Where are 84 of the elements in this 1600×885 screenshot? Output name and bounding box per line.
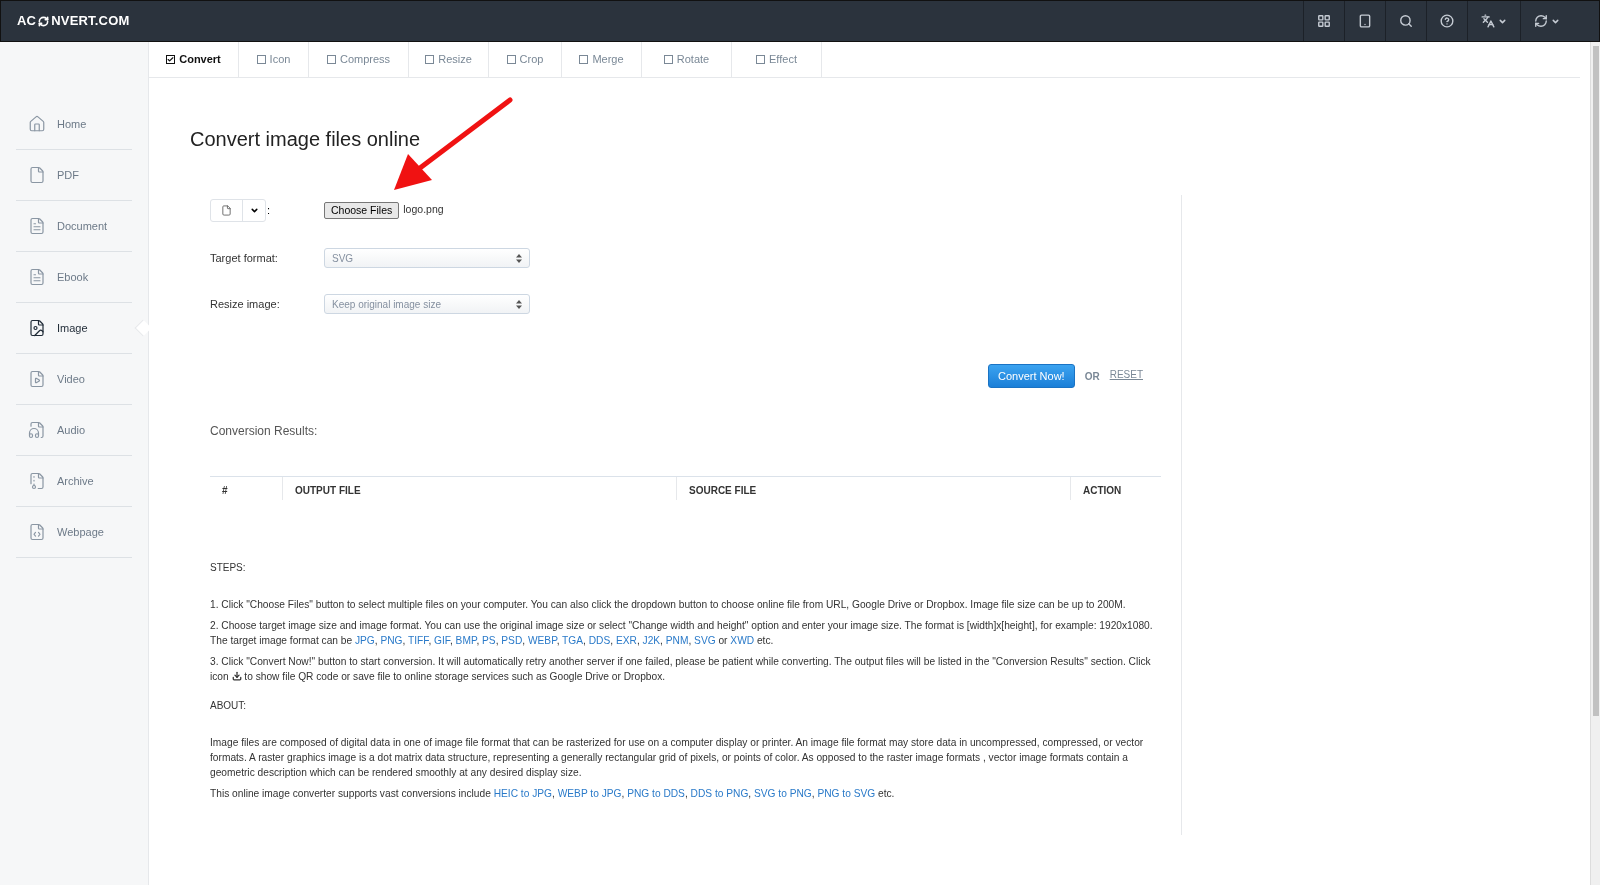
tab-checkbox <box>166 55 176 64</box>
format-link[interactable]: TIFF <box>408 635 429 646</box>
column-header: SOURCE FILE <box>688 484 757 498</box>
format-link[interactable]: EXR <box>615 635 637 646</box>
steps-heading: STEPS: <box>210 561 247 575</box>
paragraph: 3. Click "Convert Now!" button to start conversion. It will automatically retry another server if one failed, please be patient while converting. The output files will be listed in the "Conversion Results" section. Click icon to show file QR code or save file to online storage services such as Google Drive or Dropbox. <box>210 655 1152 684</box>
tab[interactable]: Merge <box>562 42 642 77</box>
grid-icon <box>1317 14 1331 28</box>
tab[interactable]: Icon <box>239 42 309 77</box>
sort-arrows-icon <box>516 253 522 263</box>
convert-now-button[interactable]: Convert Now! <box>988 364 1075 388</box>
format-link[interactable]: BMP <box>455 635 477 646</box>
sidebar-item[interactable]: Document <box>16 201 132 252</box>
tab[interactable]: Effect <box>732 42 822 77</box>
format-link[interactable]: PNG <box>380 635 403 646</box>
archive-file-icon <box>28 472 46 490</box>
pdf-file-icon <box>28 166 46 184</box>
reset-link[interactable]: RESET <box>1109 367 1143 382</box>
results-heading: Conversion Results: <box>210 423 319 440</box>
download-icon <box>231 671 242 681</box>
column-header: OUTPUT FILE <box>294 484 361 498</box>
field-label: Resize image: <box>210 296 281 312</box>
paragraph: 2. Choose target image size and image format. You can use the original image size or select "Change width and height" option and enter your image size. The format is [width]x[height], for example: 1920x1080. The target image format can be JPG, PNG, TIFF, GIF, BMP, PS, PSD, WEBP, TGA, DDS, EXR, J2K, PNM, SVG or XWD etc. <box>210 619 1154 648</box>
choose-files-button[interactable]: Choose Files <box>324 201 400 219</box>
video-file-icon <box>28 370 46 388</box>
refresh-logo-icon <box>38 15 50 27</box>
select-field[interactable]: SVG <box>324 248 530 268</box>
sidebar-item[interactable]: PDF <box>16 150 132 201</box>
format-link[interactable]: PS <box>482 635 496 646</box>
document-file-icon <box>28 217 46 235</box>
tab[interactable]: Compress <box>309 42 409 77</box>
paragraph: This online image converter supports vast conversions include HEIC to JPG, WEBP to JPG, PNG to DDS, DDS to PNG, SVG to PNG, PNG to SVG etc. <box>210 787 896 801</box>
site-logo[interactable]: AC NVERT.COM <box>17 11 130 31</box>
or-text: OR <box>1084 369 1100 384</box>
tab[interactable]: Resize <box>409 42 489 77</box>
format-link[interactable]: PNG to SVG <box>817 788 876 799</box>
tab-checkbox <box>756 55 766 64</box>
file-icon <box>221 204 232 216</box>
tab-checkbox <box>326 55 336 64</box>
tab[interactable]: Rotate <box>642 42 732 77</box>
image-file-icon <box>28 319 46 337</box>
paragraph: 1. Click "Choose Files" button to select multiple files on your computer. You can also click the dropdown button to choose online file from URL, Google Drive or Dropbox. Image file size can be up to 200M. <box>210 598 1127 612</box>
audio-file-icon <box>28 421 46 439</box>
sidebar-item[interactable]: Ebook <box>16 252 132 303</box>
field-label: Target format: <box>210 250 279 266</box>
file-source-dropdown[interactable] <box>210 198 266 222</box>
page-title: Convert image files online <box>190 127 422 152</box>
tab-checkbox <box>256 55 266 64</box>
about-heading: ABOUT: <box>210 699 248 713</box>
sidebar-item[interactable]: Archive <box>16 456 132 507</box>
language-icon <box>1481 14 1495 28</box>
tab-checkbox <box>663 55 673 64</box>
tab-checkbox <box>506 55 516 64</box>
home-icon <box>28 115 46 133</box>
format-link[interactable]: XWD <box>730 635 755 646</box>
format-link[interactable]: SVG to PNG <box>754 788 812 799</box>
format-link[interactable]: GIF <box>434 635 450 646</box>
select-field[interactable]: Keep original image size <box>324 294 530 314</box>
colon-text: : <box>267 202 271 218</box>
sort-arrows-icon <box>516 299 522 309</box>
format-link[interactable]: JPG <box>354 635 375 646</box>
sidebar-item[interactable]: Image <box>16 303 132 354</box>
format-link[interactable]: WEBP <box>527 635 557 646</box>
code-file-icon <box>28 523 46 541</box>
search-icon <box>1399 14 1413 28</box>
text-file-icon <box>28 268 46 286</box>
refresh-icon <box>1534 14 1548 28</box>
column-header: ACTION <box>1082 484 1122 498</box>
help-icon <box>1440 14 1454 28</box>
tablet-icon <box>1358 14 1372 28</box>
tab[interactable]: Crop <box>489 42 562 77</box>
sidebar-item[interactable]: Audio <box>16 405 132 456</box>
tab-checkbox <box>579 55 589 64</box>
sidebar-item[interactable]: Video <box>16 354 132 405</box>
file-name: logo.png <box>403 202 444 218</box>
paragraph: Image files are composed of digital data in one of image file format that can be rasterized for use on a computer display or printer. An image file format may store data in uncompressed, compressed, or vector formats. A raster graphics image is a dot matrix data structure, representing a generally rectangular grid of pixels, or points of color. As opposed to the raster image formats , vector image formats contain a geometric description which can be rendered smoothly at any desired display size. <box>210 736 1145 780</box>
tab-checkbox <box>425 55 435 64</box>
sidebar-item[interactable]: Home <box>16 99 132 150</box>
column-header: # <box>221 484 228 498</box>
format-link[interactable]: PNG to DDS <box>627 788 685 799</box>
format-link[interactable]: SVG <box>694 635 716 646</box>
sidebar-item[interactable]: Webpage <box>16 507 132 558</box>
format-link[interactable]: HEIC to JPG <box>493 788 552 799</box>
tab[interactable]: Convert <box>149 42 239 77</box>
